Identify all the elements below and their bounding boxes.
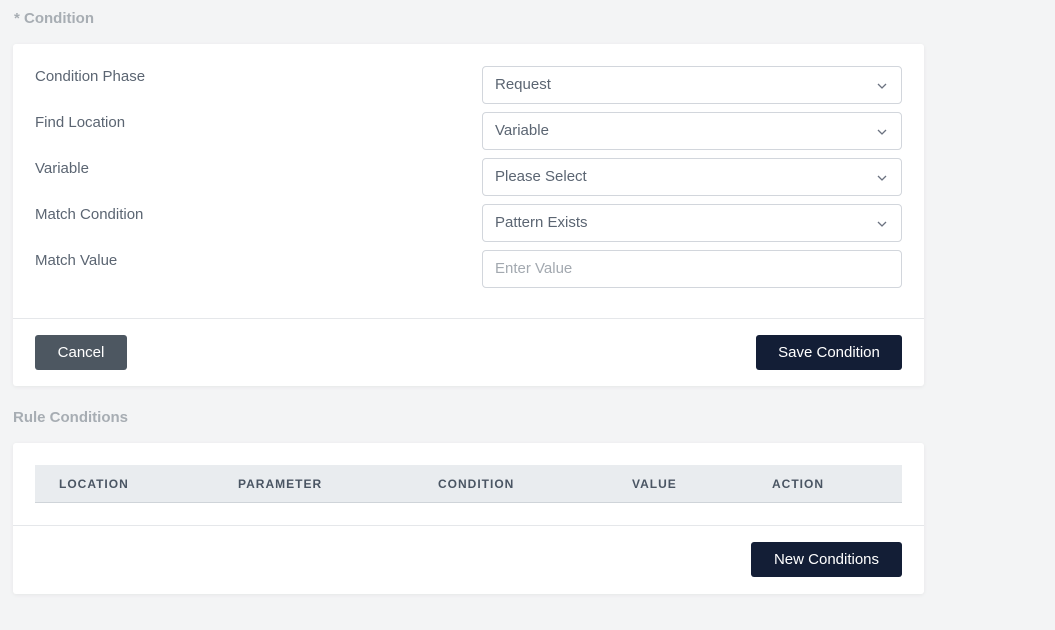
column-header-value: VALUE (632, 477, 677, 491)
find-location-select[interactable]: Variable (482, 112, 902, 150)
column-header-action: ACTION (772, 477, 824, 491)
condition-section-title: * Condition (14, 10, 94, 27)
match-condition-row: Match Condition Pattern Exists (13, 204, 924, 242)
variable-value: Please Select (495, 168, 587, 185)
match-value-label: Match Value (35, 252, 118, 269)
chevron-down-icon (877, 221, 887, 227)
column-header-parameter: PARAMETER (238, 477, 323, 491)
rule-conditions-table-header: LOCATION PARAMETER CONDITION VALUE ACTIO… (35, 465, 902, 503)
chevron-down-icon (877, 83, 887, 89)
rule-conditions-card: LOCATION PARAMETER CONDITION VALUE ACTIO… (13, 443, 924, 594)
match-condition-value: Pattern Exists (495, 214, 588, 231)
chevron-down-icon (877, 175, 887, 181)
variable-row: Variable Please Select (13, 158, 924, 196)
chevron-down-icon (877, 129, 887, 135)
condition-phase-select[interactable]: Request (482, 66, 902, 104)
rule-conditions-title: Rule Conditions (13, 409, 128, 426)
match-condition-label: Match Condition (35, 206, 144, 223)
find-location-row: Find Location Variable (13, 112, 924, 150)
match-value-input[interactable]: Enter Value (482, 250, 902, 288)
condition-form-card: Condition Phase Request Find Location Va… (13, 44, 924, 386)
variable-label: Variable (35, 160, 89, 177)
save-condition-button[interactable]: Save Condition (756, 335, 902, 370)
new-conditions-button[interactable]: New Conditions (751, 542, 902, 577)
find-location-label: Find Location (35, 114, 126, 131)
condition-phase-label: Condition Phase (35, 68, 146, 85)
match-condition-select[interactable]: Pattern Exists (482, 204, 902, 242)
column-header-condition: CONDITION (438, 477, 515, 491)
cancel-button[interactable]: Cancel (35, 335, 127, 370)
column-header-location: LOCATION (59, 477, 129, 491)
condition-phase-value: Request (495, 76, 551, 93)
form-divider (13, 318, 924, 319)
condition-phase-row: Condition Phase Request (13, 66, 924, 104)
find-location-value: Variable (495, 122, 549, 139)
variable-select[interactable]: Please Select (482, 158, 902, 196)
match-value-row: Match Value Enter Value (13, 250, 924, 288)
table-divider (13, 525, 924, 526)
